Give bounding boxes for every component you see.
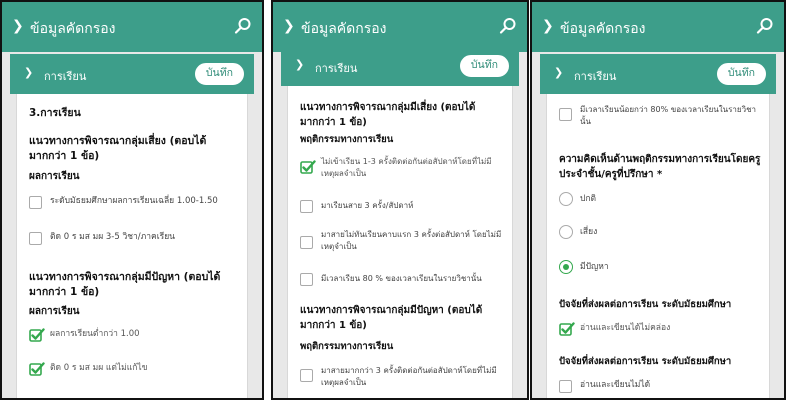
top-bar: ❯ ข้อมูลคัดกรอง: [2, 2, 262, 52]
section-bar[interactable]: ❯ การเรียน บันทึก: [281, 46, 519, 86]
section-label: การเรียน: [574, 70, 617, 83]
app-title: ข้อมูลคัดกรอง: [301, 21, 387, 37]
top-bar: ❯ ข้อมูลคัดกรอง: [532, 2, 784, 52]
checkbox-option[interactable]: มีเวลาเรียน 80 % ของเวลาเรียนในรายวิชานั…: [300, 272, 504, 288]
screen-panel-2: ❯ ข้อมูลคัดกรอง ❯ การเรียน บันทึก แนวทาง…: [271, 0, 529, 400]
save-button[interactable]: บันทึก: [716, 63, 766, 85]
chevron-down-icon[interactable]: ❯: [542, 18, 554, 34]
checkbox-option[interactable]: ระดับมัธยมศึกษาผลการเรียนเฉลี่ย 1.00-1.5…: [29, 195, 239, 211]
save-button[interactable]: บันทึก: [194, 63, 244, 85]
checkbox-icon[interactable]: [29, 232, 42, 245]
option-label: เสี่ยง: [580, 227, 598, 237]
group-title: แนวทางการพิจารณากลุ่มมีเสี่ยง (ตอบได้มาก…: [300, 102, 476, 128]
radio-option[interactable]: ปกติ: [559, 192, 761, 208]
group-title: แนวทางการพิจารณากลุ่มมีปัญหา (ตอบได้มากก…: [300, 305, 483, 331]
top-bar: ❯ ข้อมูลคัดกรอง: [273, 2, 527, 52]
section-bar[interactable]: ❯ การเรียน บันทึก: [10, 54, 254, 94]
group-title: แนวทางการพิจารณากลุ่มมีปัญหา (ตอบได้มากก…: [29, 271, 221, 298]
checkbox-option[interactable]: มาสายไม่ทันเรียนคาบแรก 3 ครั้งต่อสัปดาห์…: [300, 229, 504, 257]
option-label: มาสายไม่ทันเรียนคาบแรก 3 ครั้งต่อสัปดาห์…: [321, 230, 502, 251]
radio-icon[interactable]: [559, 192, 573, 206]
chevron-down-icon[interactable]: ❯: [283, 18, 295, 34]
checkbox-option[interactable]: อ่านและเขียนได้ไม่คล่อง: [559, 322, 761, 338]
checkbox-option[interactable]: อ่านและเขียนไม่ได้: [559, 379, 761, 395]
group-title: แนวทางการพิจารณากลุ่มเสี่ยง (ตอบได้มากกว…: [29, 135, 207, 162]
checkbox-icon[interactable]: [300, 236, 313, 249]
option-label: มีเวลาเรียนน้อยกว่า 80% ของเวลาเรียนในรา…: [580, 105, 756, 126]
chevron-down-icon[interactable]: ❯: [12, 18, 24, 34]
radio-icon[interactable]: [559, 225, 573, 239]
option-label: อ่านและเขียนไม่ได้: [580, 380, 651, 390]
checkmark-icon[interactable]: [29, 327, 45, 343]
checkbox-icon[interactable]: [300, 369, 313, 382]
search-icon[interactable]: [234, 17, 252, 35]
chevron-down-icon[interactable]: ❯: [554, 66, 563, 79]
app-title: ข้อมูลคัดกรอง: [560, 21, 646, 37]
radio-icon[interactable]: [559, 260, 573, 274]
radio-option[interactable]: เสี่ยง: [559, 225, 761, 241]
radio-option[interactable]: มีปัญหา: [559, 260, 761, 276]
checkbox-option[interactable]: ติด 0 ร มส มผ แต่ไม่แก้ไข: [29, 362, 239, 378]
group-subtitle: ผลการเรียน: [29, 171, 80, 182]
option-label: ติด 0 ร มส มผ 3-5 วิชา/ภาคเรียน: [50, 232, 175, 242]
question-title: ความคิดเห็นด้านพฤติกรรมทางการเรียนโดยครู…: [559, 154, 761, 180]
checkbox-icon[interactable]: [29, 196, 42, 209]
checkbox-icon[interactable]: [300, 200, 313, 213]
screen-panel-1: ❯ ข้อมูลคัดกรอง ❯ การเรียน บันทึก 3.การเ…: [0, 0, 264, 400]
checkbox-option[interactable]: ติด 0 ร มส มผ 3-5 วิชา/ภาคเรียน: [29, 231, 239, 247]
checkmark-icon[interactable]: [300, 159, 316, 175]
group-subtitle: พฤติกรรมทางการเรียน: [300, 341, 394, 352]
option-label: มาสายมากกว่า 3 ครั้งติดต่อกันต่อสัปดาห์โ…: [321, 366, 497, 387]
option-label: ไม่เข้าเรียน 1-3 ครั้งติดต่อกันต่อสัปดาห…: [321, 157, 492, 178]
chevron-down-icon[interactable]: ❯: [24, 66, 33, 79]
option-label: มีเวลาเรียน 80 % ของเวลาเรียนในรายวิชานั…: [321, 274, 482, 283]
option-label: มีปัญหา: [580, 262, 609, 272]
checkbox-option[interactable]: มาเรียนสาย 3 ครั้ง/สัปดาห์: [300, 199, 504, 215]
search-icon[interactable]: [756, 17, 774, 35]
option-label: ผลการเรียนต่ำกว่า 1.00: [50, 329, 140, 339]
chevron-down-icon[interactable]: ❯: [295, 58, 304, 71]
section-label: การเรียน: [44, 70, 87, 83]
option-label: ระดับมัธยมศึกษาผลการเรียนเฉลี่ย 1.00-1.5…: [50, 196, 218, 206]
factor-title: ปัจจัยที่ส่งผลต่อการเรียน ระดับมัธยมศึกษ…: [559, 356, 732, 367]
option-label: มาเรียนสาย 3 ครั้ง/สัปดาห์: [321, 201, 414, 210]
checkbox-option[interactable]: ผลการเรียนต่ำกว่า 1.00: [29, 328, 239, 344]
section-bar[interactable]: ❯ การเรียน บันทึก: [540, 54, 776, 94]
checkbox-icon[interactable]: [300, 273, 313, 286]
screen-panel-3: ❯ ข้อมูลคัดกรอง ❯ การเรียน บันทึก มีเวลา…: [530, 0, 786, 400]
option-label: อ่านและเขียนได้ไม่คล่อง: [580, 323, 671, 333]
checkmark-icon[interactable]: [29, 361, 45, 377]
checkbox-icon[interactable]: [559, 108, 572, 121]
save-button[interactable]: บันทึก: [459, 55, 509, 77]
checkmark-icon[interactable]: [559, 321, 575, 337]
form-content: 3.การเรียน แนวทางการพิจารณากลุ่มเสี่ยง (…: [16, 94, 248, 398]
section-heading: 3.การเรียน: [29, 107, 81, 119]
factor-title: ปัจจัยที่ส่งผลต่อการเรียน ระดับมัธยมศึกษ…: [559, 299, 732, 310]
checkbox-icon[interactable]: [559, 380, 572, 393]
form-content: มีเวลาเรียนน้อยกว่า 80% ของเวลาเรียนในรา…: [546, 94, 770, 398]
option-label: ติด 0 ร มส มผ แต่ไม่แก้ไข: [50, 363, 148, 373]
group-subtitle: ผลการเรียน: [29, 306, 80, 317]
form-content: แนวทางการพิจารณากลุ่มมีเสี่ยง (ตอบได้มาก…: [287, 86, 513, 398]
checkbox-option[interactable]: มีเวลาเรียนน้อยกว่า 80% ของเวลาเรียนในรา…: [559, 104, 761, 132]
app-title: ข้อมูลคัดกรอง: [30, 21, 116, 37]
section-label: การเรียน: [315, 62, 358, 75]
checkbox-option[interactable]: มาสายมากกว่า 3 ครั้งติดต่อกันต่อสัปดาห์โ…: [300, 365, 504, 393]
option-label: ปกติ: [580, 194, 597, 204]
group-subtitle: พฤติกรรมทางการเรียน: [300, 134, 394, 145]
checkbox-option[interactable]: ไม่เข้าเรียน 1-3 ครั้งติดต่อกันต่อสัปดาห…: [300, 156, 504, 184]
search-icon[interactable]: [499, 17, 517, 35]
